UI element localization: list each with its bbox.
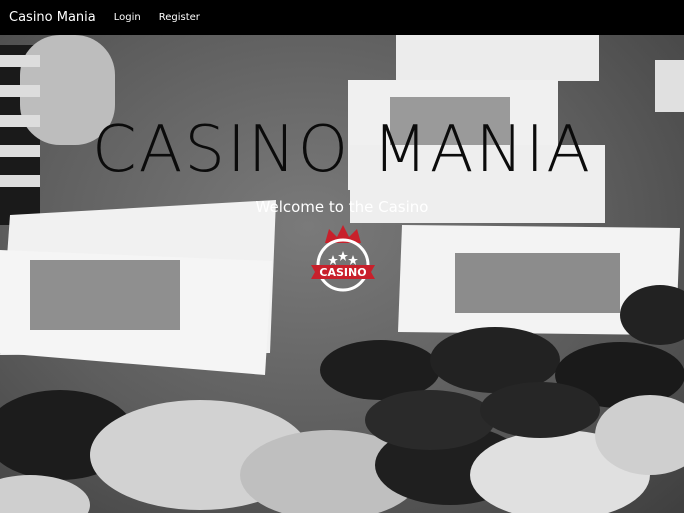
hero-title: CASINO MANIA <box>91 113 593 187</box>
brand-link[interactable]: Casino Mania <box>9 10 96 25</box>
register-link[interactable]: Register <box>159 12 200 23</box>
logo-text: CASINO <box>319 266 366 279</box>
casino-crown-icon: CASINO <box>311 225 375 292</box>
top-navbar: Casino Mania Login Register <box>0 0 684 35</box>
login-link[interactable]: Login <box>114 12 141 23</box>
hero-subtitle: Welcome to the Casino <box>255 198 429 216</box>
hero-section: CASINO MANIA Welcome to the Casino CASIN… <box>0 35 684 513</box>
casino-logo: CASINO <box>307 221 379 301</box>
